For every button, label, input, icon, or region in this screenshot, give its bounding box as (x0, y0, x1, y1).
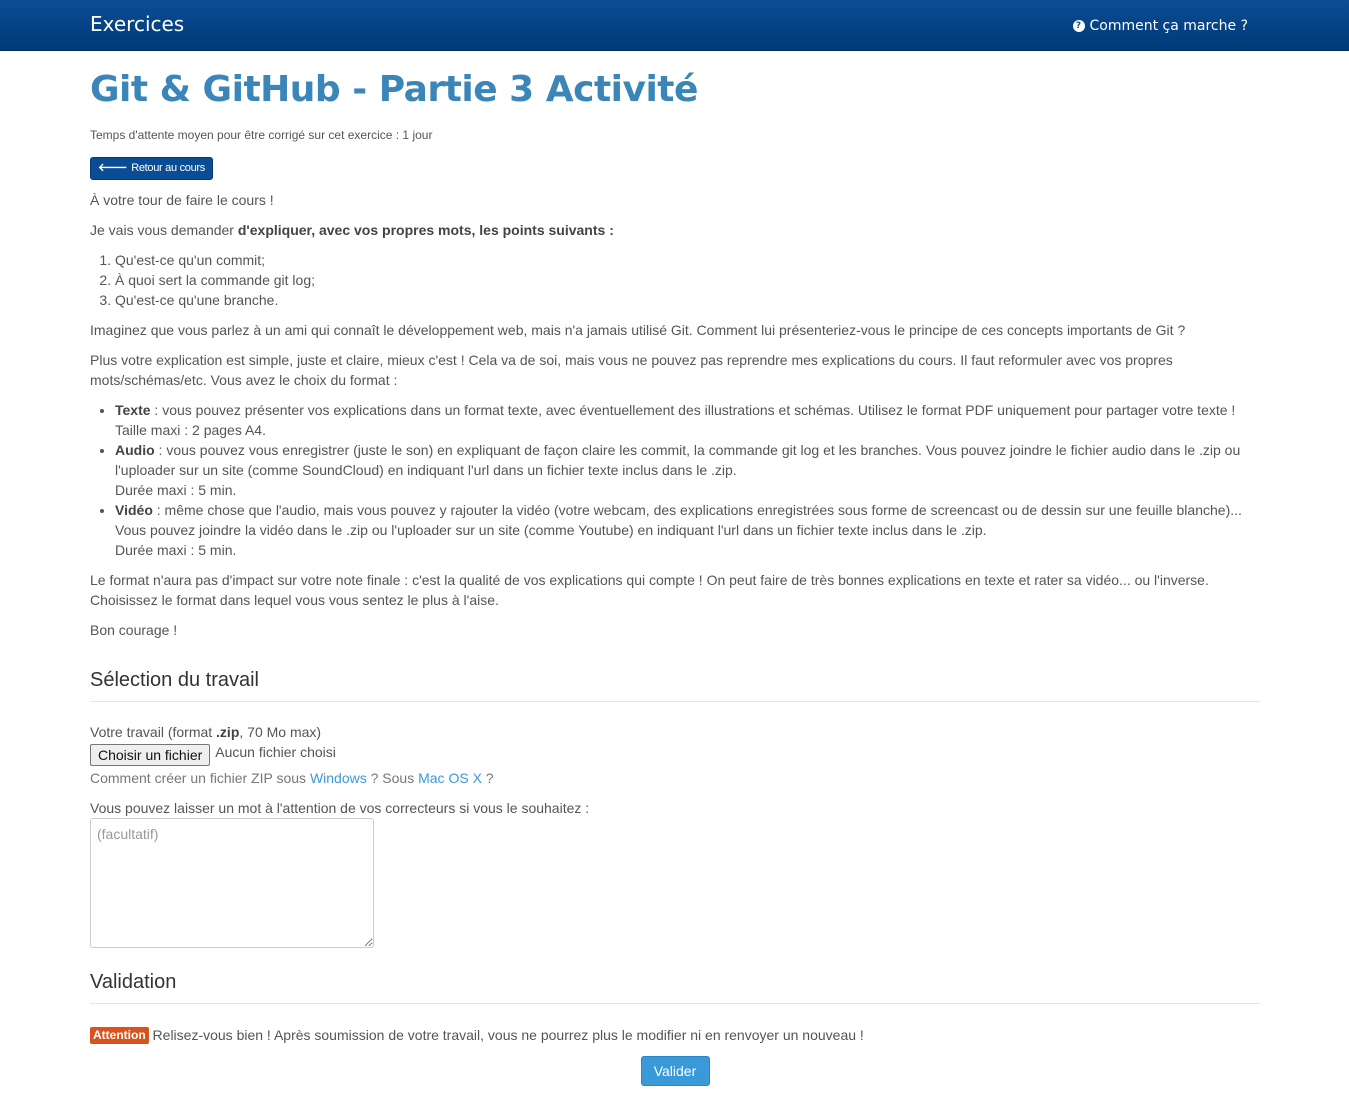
impact-text: Le format n'aura pas d'impact sur votre … (90, 572, 1209, 608)
help-link-label: Comment ça marche ? (1089, 18, 1249, 34)
format-limit: Taille maxi : 2 pages A4. (115, 422, 266, 438)
note-label: Vous pouvez laisser un mot à l'attention… (90, 800, 590, 816)
list-item: À quoi sert la commande git log; (115, 270, 1260, 290)
zip-help: Comment créer un fichier ZIP sous Window… (90, 768, 1260, 788)
validation-heading: Validation (90, 971, 177, 993)
question-circle-icon: ? (1072, 20, 1085, 32)
work-label-suffix: , 70 Mo max) (239, 724, 322, 740)
back-to-course-button[interactable]: 🡐 Retour au cours (90, 157, 213, 180)
format-item-video: Vidéo : même chose que l'audio, mais vou… (115, 500, 1260, 560)
back-to-course-label: Retour au cours (131, 162, 205, 174)
attention-badge: Attention (90, 1027, 149, 1044)
format-limit: Durée maxi : 5 min. (115, 482, 237, 498)
mac-os-x-link[interactable]: Mac OS X (418, 770, 482, 786)
format-desc: : vous pouvez vous enregistrer (juste le… (115, 442, 1241, 478)
good-luck-text: Bon courage ! (90, 622, 178, 638)
top-navbar: Exercices ? Comment ça marche ? (0, 0, 1349, 51)
zip-help-suffix: ? (481, 770, 494, 786)
simple-text: Plus votre explication est simple, juste… (90, 352, 1173, 388)
main-container: Git & GitHub - Partie 3 Activité Temps d… (90, 51, 1260, 1086)
format-desc: : même chose que l'audio, mais vous pouv… (115, 502, 1242, 538)
divider (90, 1003, 1260, 1004)
formats-list: Texte : vous pouvez présenter vos explic… (90, 400, 1260, 560)
help-link[interactable]: ? Comment ça marche ? (1072, 16, 1249, 36)
file-status: Aucun fichier choisi (215, 744, 336, 760)
arrow-left-icon: 🡐 (98, 162, 128, 174)
zip-help-middle: ? Sous (366, 770, 419, 786)
file-input: Choisir un fichier Aucun fichier choisi (90, 744, 1260, 766)
intro-text: À votre tour de faire le cours ! (90, 192, 274, 208)
ask-prefix: Je vais vous demander (90, 222, 238, 238)
list-item: Qu'est-ce qu'une branche. (115, 290, 1260, 310)
ask-bold: d'expliquer, avec vos propres mots, les … (237, 222, 614, 238)
page-title: Git & GitHub - Partie 3 Activité (90, 69, 698, 110)
submit-button[interactable]: Valider (640, 1056, 710, 1086)
warning-text: Relisez-vous bien ! Après soumission de … (148, 1027, 864, 1043)
format-desc: : vous pouvez présenter vos explications… (150, 402, 1236, 418)
format-item-audio: Audio : vous pouvez vous enregistrer (ju… (115, 440, 1260, 500)
brand-link[interactable]: Exercices (90, 11, 184, 37)
imagine-text: Imaginez que vous parlez à un ami qui co… (90, 322, 1186, 338)
work-label: Votre travail (format .zip, 70 Mo max) (90, 722, 1260, 742)
selection-heading: Sélection du travail (90, 669, 259, 691)
format-name: Texte (115, 402, 151, 418)
choose-file-button[interactable]: Choisir un fichier (90, 744, 211, 766)
work-label-prefix: Votre travail (format (90, 724, 217, 740)
divider (90, 701, 1260, 702)
windows-link[interactable]: Windows (310, 770, 367, 786)
submit-wrap: Valider (90, 1056, 1260, 1086)
points-list: Qu'est-ce qu'un commit; À quoi sert la c… (90, 250, 1260, 310)
zip-help-prefix: Comment créer un fichier ZIP sous (90, 770, 310, 786)
format-name: Vidéo (115, 502, 153, 518)
ask-text: Je vais vous demander d'expliquer, avec … (90, 220, 1260, 240)
instructions: À votre tour de faire le cours ! Je vais… (90, 190, 1260, 640)
warning-row: Attention Relisez-vous bien ! Après soum… (90, 1025, 1260, 1045)
work-label-bold: .zip (216, 724, 240, 740)
format-name: Audio (115, 442, 155, 458)
list-item: Qu'est-ce qu'un commit; (115, 250, 1260, 270)
format-limit: Durée maxi : 5 min. (115, 542, 237, 558)
format-item-texte: Texte : vous pouvez présenter vos explic… (115, 400, 1260, 440)
wait-time-text: Temps d'attente moyen pour être corrigé … (90, 128, 433, 142)
corrector-note-textarea[interactable] (90, 818, 374, 948)
